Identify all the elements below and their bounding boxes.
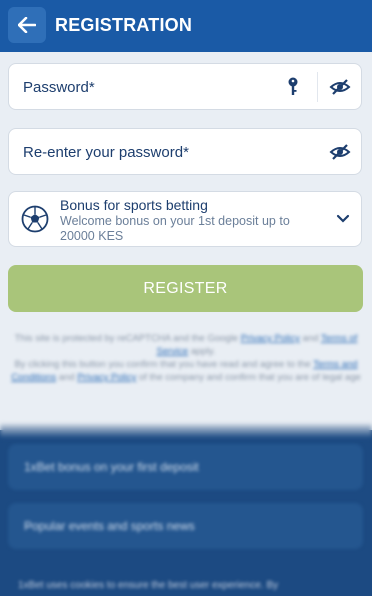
- soccer-ball-icon: [21, 205, 49, 233]
- field-divider: [317, 72, 318, 102]
- bonus-subtitle: Welcome bonus on your 1st deposit up to …: [60, 214, 290, 243]
- bonus-title: Bonus for sports betting: [60, 197, 208, 213]
- eye-slash-icon[interactable]: [327, 74, 353, 100]
- legal-line3: of the company and confirm that you are …: [138, 372, 361, 383]
- legal-apply: apply.: [190, 346, 216, 357]
- key-icon[interactable]: [280, 74, 306, 100]
- chevron-down-icon: [336, 214, 350, 223]
- bonus-selector[interactable]: Bonus for sports betting Welcome bonus o…: [8, 191, 362, 247]
- cookie-notice: 1xBet uses cookies to ensure the best us…: [18, 580, 279, 591]
- legal-line2: By clicking this button you confirm that…: [14, 359, 311, 370]
- footer-card-bonus[interactable]: 1xBet bonus on your first deposit: [8, 444, 363, 490]
- arrow-left-icon: [18, 17, 36, 33]
- eye-slash-icon[interactable]: [327, 139, 353, 165]
- footer-card-news[interactable]: Popular events and sports news ⌄: [8, 503, 363, 549]
- footer-card-bonus-label: 1xBet bonus on your first deposit: [24, 460, 199, 474]
- legal-and: and: [302, 333, 319, 344]
- page-title: REGISTRATION: [55, 15, 193, 35]
- chevron-down-icon: ⌄: [24, 517, 35, 531]
- reenter-password-placeholder: Re-enter your password*: [23, 144, 189, 161]
- footer-edge: [0, 424, 372, 438]
- footer: 1xBet bonus on your first deposit Popula…: [0, 424, 372, 596]
- legal-notice: This site is protected by reCAPTCHA and …: [10, 332, 362, 384]
- password-field[interactable]: Password*: [8, 63, 362, 110]
- privacy-policy-link-2[interactable]: Privacy Policy: [77, 372, 136, 383]
- privacy-policy-link[interactable]: Privacy Policy: [241, 333, 300, 344]
- back-button[interactable]: [8, 7, 46, 43]
- legal-line1: This site is protected by reCAPTCHA and …: [14, 333, 239, 344]
- password-placeholder: Password*: [23, 79, 95, 96]
- header-bar: REGISTRATION: [0, 0, 372, 52]
- reenter-password-field[interactable]: Re-enter your password*: [8, 128, 362, 175]
- legal-and2: and: [58, 372, 75, 383]
- register-button[interactable]: REGISTER: [8, 265, 363, 312]
